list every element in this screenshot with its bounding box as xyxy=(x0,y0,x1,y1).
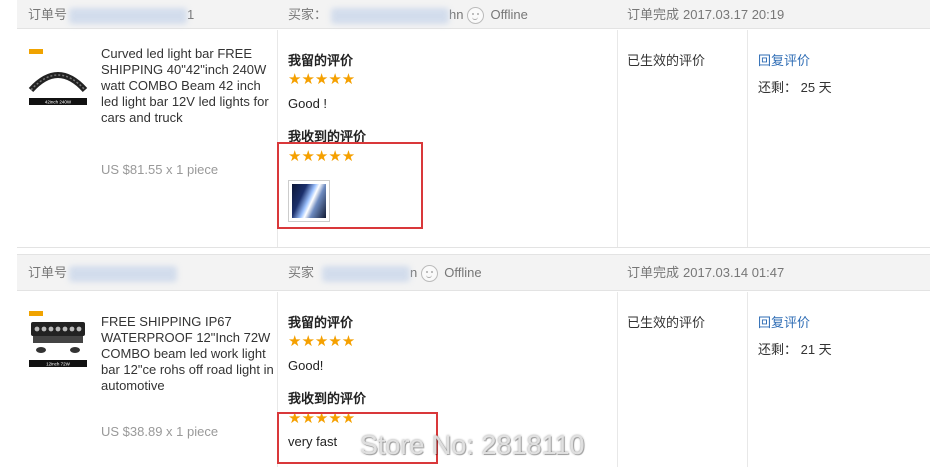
order-body-1: 42inch 240W Curved led light bar FREE SH… xyxy=(17,30,930,248)
buyer-label: 买家 xyxy=(288,265,315,280)
product-price: US $38.89 x 1 piece xyxy=(101,424,219,439)
feedback-status: 已生效的评价 xyxy=(627,53,706,68)
order-header-2: 订单号 买家 n Offline 订单完成 2017.03.14 01:47 xyxy=(17,254,930,291)
left-feedback-text: Good ! xyxy=(288,96,328,111)
order-number-tail: 1 xyxy=(187,7,195,22)
buyer-info: 买家 n Offline xyxy=(288,255,482,290)
order-number: 订单号 xyxy=(28,255,178,290)
offline-face-icon xyxy=(421,265,439,283)
order-number-label: 订单号 xyxy=(28,7,68,22)
buyer-status: Offline xyxy=(444,265,482,280)
left-feedback-text: Good! xyxy=(288,358,324,373)
left-feedback-stars: ★★★★★ xyxy=(288,333,356,350)
buyer-status: Offline xyxy=(490,7,528,22)
store-watermark: Store No: 2818110 xyxy=(360,430,585,460)
completed-time: 2017.03.14 01:47 xyxy=(683,265,785,280)
received-feedback-title: 我收到的评价 xyxy=(288,392,367,407)
order-number-redacted xyxy=(69,7,188,24)
left-feedback-title: 我留的评价 xyxy=(288,316,354,331)
buyer-label: 买家： xyxy=(288,7,328,22)
feedback-status: 已生效的评价 xyxy=(627,315,706,330)
buyer-info: 买家： hn Offline xyxy=(288,0,528,32)
product-price: US $81.55 x 1 piece xyxy=(101,162,219,177)
svg-text:42inch 240W: 42inch 240W xyxy=(45,100,72,105)
completed-label: 订单完成 xyxy=(627,7,680,22)
remaining-days: 还剩： 25 天 xyxy=(758,80,832,95)
highlight-box xyxy=(277,142,423,229)
action-cell: 回复评价 还剩： 21 天 xyxy=(758,312,832,358)
product-thumbnail[interactable]: 12inch 72W xyxy=(27,308,89,370)
product-thumbnail[interactable]: 42inch 240W xyxy=(27,46,89,108)
svg-text:12inch 72W: 12inch 72W xyxy=(46,362,71,367)
buyer-name-tail[interactable]: hn xyxy=(449,7,463,22)
completed-time: 2017.03.17 20:19 xyxy=(683,7,785,22)
left-feedback-title: 我留的评价 xyxy=(288,54,354,69)
completed-label: 订单完成 xyxy=(627,265,680,280)
product-name-link[interactable]: FREE SHIPPING IP67 WATERPROOF 12"Inch 72… xyxy=(101,314,276,394)
product-name-link[interactable]: Curved led light bar FREE SHIPPING 40"42… xyxy=(101,46,276,126)
order-number-redacted xyxy=(69,265,178,282)
order-completed: 订单完成 2017.03.14 01:47 xyxy=(627,255,784,290)
action-cell: 回复评价 还剩： 25 天 xyxy=(758,50,832,96)
reply-feedback-link[interactable]: 回复评价 xyxy=(758,312,832,331)
buyer-name-tail[interactable]: n xyxy=(410,265,417,280)
remaining-days: 还剩： 21 天 xyxy=(758,342,832,357)
buyer-name-redacted[interactable] xyxy=(331,7,450,24)
buyer-name-redacted[interactable] xyxy=(322,265,411,282)
left-feedback-stars: ★★★★★ xyxy=(288,71,356,88)
order-completed: 订单完成 2017.03.17 20:19 xyxy=(627,0,784,32)
offline-face-icon xyxy=(467,7,485,25)
order-header-1: 订单号 1 买家： hn Offline 订单完成 2017.03.17 20:19 xyxy=(17,0,930,29)
order-number: 订单号 1 xyxy=(28,0,194,32)
reply-feedback-link[interactable]: 回复评价 xyxy=(758,50,832,69)
order-number-label: 订单号 xyxy=(28,265,68,280)
